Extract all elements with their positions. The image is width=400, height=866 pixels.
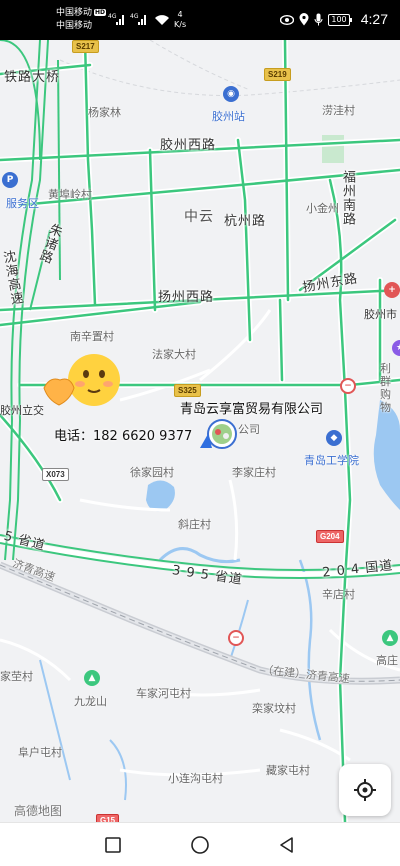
place-label: 法家大村 <box>152 348 196 361</box>
place-label: 胶州立交 <box>0 404 44 417</box>
road-label: 扬州西路 <box>158 290 215 305</box>
route-shield: S217 <box>72 40 99 53</box>
place-label: 徐家园村 <box>130 466 174 479</box>
home-circle-icon <box>191 835 209 854</box>
no-entry-icon[interactable]: − <box>340 378 356 394</box>
place-label: 辛店村 <box>322 588 355 601</box>
place-label: 黄埠岭村 <box>48 188 92 201</box>
route-shield: G15 <box>96 814 120 822</box>
crosshair-icon <box>354 779 376 801</box>
speed-unit: K/s <box>174 20 187 29</box>
road-label: 铁路大桥 <box>4 70 61 85</box>
hd-badge: HD <box>94 9 107 16</box>
place-label: 栾家坟村 <box>252 702 296 715</box>
phone-label: 电话： <box>54 429 94 444</box>
place-label: 南辛置村 <box>70 330 114 343</box>
place-label: 高庄 <box>376 654 398 667</box>
battery-icon: 100 <box>328 13 352 26</box>
place-label: 九龙山 <box>74 695 107 708</box>
map-view[interactable]: 铁路大桥 胶州西路 杭州路 扬州西路 扬州东路 福州南路 沈海高速 朱诸路 3 … <box>0 40 400 822</box>
no-entry-icon[interactable]: − <box>228 630 244 646</box>
phone-number: 182 6620 9377 <box>93 429 193 444</box>
river <box>158 547 241 564</box>
signal-2-tag: 4G <box>130 13 139 20</box>
route-shield: G204 <box>316 530 344 543</box>
place-label: 胶州站 <box>212 110 245 123</box>
route-shield: S325 <box>174 384 201 397</box>
network-speed: 4 K/s <box>174 10 186 30</box>
system-nav-bar <box>0 822 400 866</box>
locate-me-button[interactable] <box>339 764 391 816</box>
signal-2-icon: 4G <box>130 13 146 25</box>
river <box>298 559 322 741</box>
wifi-icon <box>155 15 169 25</box>
recents-button[interactable] <box>93 825 133 865</box>
parking-icon[interactable]: P <box>2 172 18 188</box>
phone-line: 电话：182 6620 9377 <box>54 425 192 444</box>
place-label: 青岛工学院 <box>304 454 359 467</box>
clock: 4:27 <box>360 11 388 27</box>
eye-icon <box>280 14 294 25</box>
back-triangle-icon <box>279 836 293 853</box>
place-label: 公司 <box>238 423 260 436</box>
place-label: 胶州市 <box>364 308 397 321</box>
route-shield: S219 <box>264 68 291 81</box>
place-label: 藏家屯村 <box>266 764 310 777</box>
recents-square-icon <box>105 836 122 853</box>
map-provider-logo: 高德地图 <box>14 804 63 818</box>
school-icon[interactable]: ◆ <box>326 430 342 446</box>
location-marker-icon[interactable] <box>198 412 238 452</box>
home-button[interactable] <box>180 825 220 865</box>
status-bar: 中国移动 中国移动 HD 4G 4G 4 K/s 100 4:27 <box>0 0 400 40</box>
route-shield: X073 <box>42 468 69 481</box>
status-icons: 100 <box>280 13 352 26</box>
mountain-icon[interactable]: ▲ <box>84 670 100 686</box>
app-screen: 中国移动 中国移动 HD 4G 4G 4 K/s 100 4:27 铁路大桥 胶… <box>0 0 400 866</box>
back-button[interactable] <box>267 825 307 865</box>
place-label: 车家河屯村 <box>136 687 191 700</box>
signal-1-icon: 4G <box>108 13 124 25</box>
road-label: 胶州西路 <box>160 138 217 153</box>
train-station-icon[interactable]: ◉ <box>223 86 239 102</box>
place-label: 利群购物 <box>380 362 391 414</box>
road-label: 杭州路 <box>224 214 267 229</box>
place-label: 小金州 <box>306 202 339 215</box>
place-label: 杨家林 <box>88 106 121 119</box>
place-label: 阜户屯村 <box>18 746 62 759</box>
place-label: 涝洼村 <box>322 104 355 117</box>
hospital-icon[interactable]: + <box>384 282 400 298</box>
place-label: 家茔村 <box>0 670 33 683</box>
place-label: 服务区 <box>6 197 39 210</box>
lake <box>146 480 175 512</box>
heart-hands-emoji-icon <box>43 354 120 406</box>
lake <box>373 400 400 510</box>
carrier-1: 中国移动 <box>56 8 93 18</box>
road-label: 福州南路 <box>340 170 355 226</box>
park-icon[interactable]: ▲ <box>382 630 398 646</box>
place-label: 李家庄村 <box>232 466 276 479</box>
place-label: 小连沟屯村 <box>168 772 223 785</box>
river <box>39 659 71 781</box>
mic-icon <box>314 13 323 26</box>
speed-value: 4 <box>177 10 183 19</box>
place-label: 斜庄村 <box>178 518 211 531</box>
signal-1-tag: 4G <box>108 13 117 20</box>
carrier-2: 中国移动 <box>56 21 93 31</box>
location-icon <box>299 13 309 26</box>
district-label: 中云 <box>184 209 214 225</box>
park-area <box>322 135 344 163</box>
